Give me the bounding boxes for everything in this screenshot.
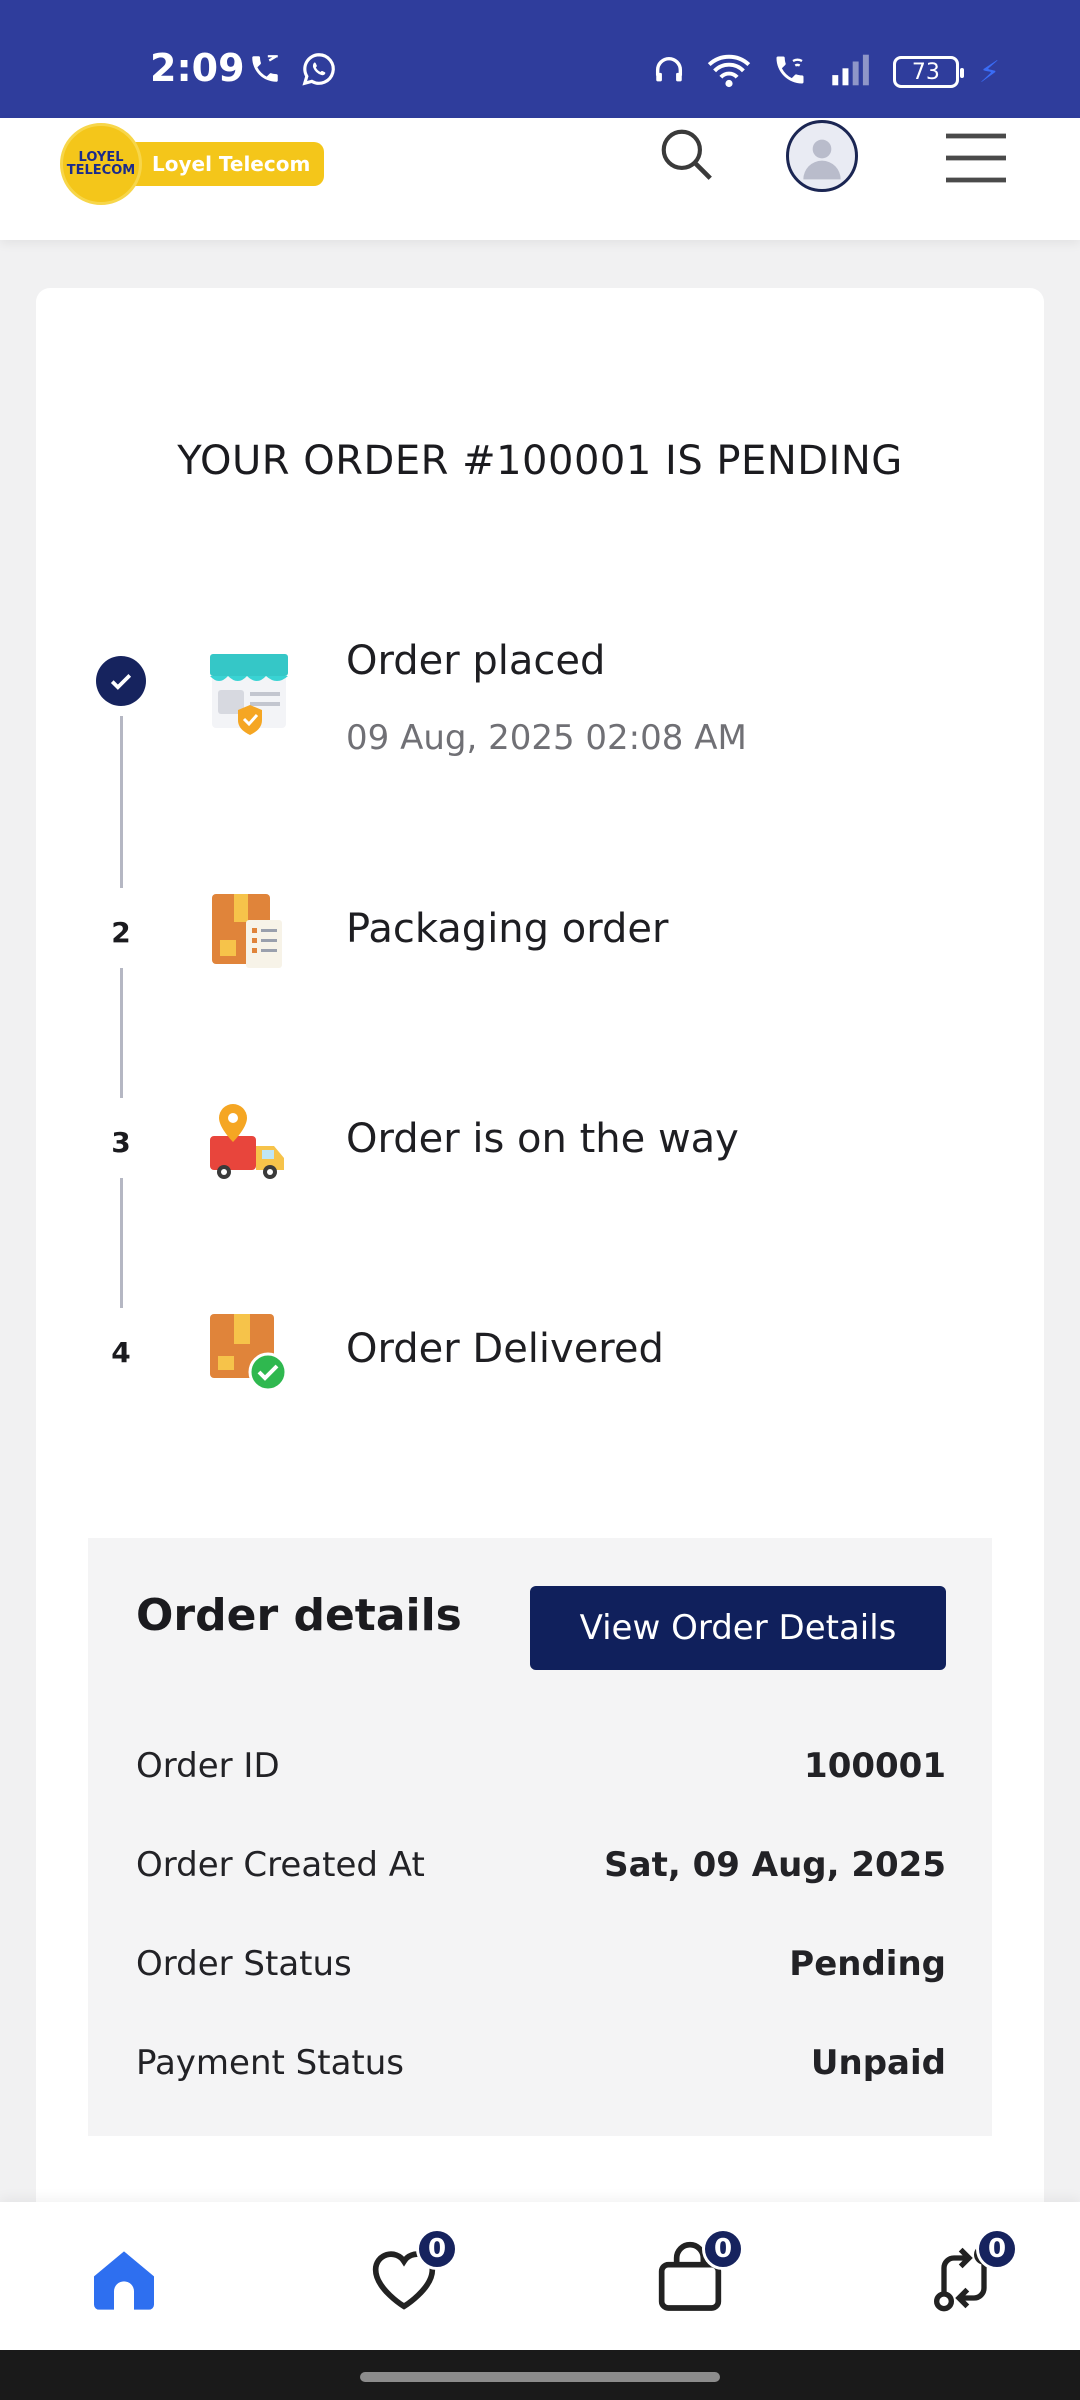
timeline-connector bbox=[120, 968, 123, 1098]
status-time: 2:09 bbox=[150, 46, 245, 90]
headphones-icon bbox=[651, 53, 687, 91]
battery-level: 73 bbox=[911, 59, 940, 85]
nav-compare[interactable]: 0 bbox=[924, 2228, 1018, 2318]
timeline-connector bbox=[120, 716, 123, 888]
order-details-panel: Order details View Order Details Order I… bbox=[88, 1538, 992, 2136]
hamburger-menu-icon[interactable] bbox=[942, 128, 1010, 192]
home-icon bbox=[84, 2251, 164, 2322]
status-bar: 2:09 73 ⚡ bbox=[0, 0, 1080, 118]
signal-icon bbox=[829, 53, 873, 91]
search-icon[interactable] bbox=[656, 124, 718, 190]
logo-wordmark: Loyel Telecom bbox=[124, 142, 325, 186]
step-number: 2 bbox=[106, 916, 136, 949]
cart-count-badge: 0 bbox=[702, 2228, 744, 2270]
view-order-details-button[interactable]: View Order Details bbox=[530, 1586, 946, 1670]
detail-key: Payment Status bbox=[136, 2043, 404, 2083]
detail-value: Pending bbox=[789, 1944, 946, 1984]
wishlist-count-badge: 0 bbox=[416, 2228, 458, 2270]
compare-icon bbox=[924, 2244, 1004, 2322]
order-details-heading: Order details bbox=[136, 1590, 462, 1641]
avatar-icon[interactable] bbox=[786, 120, 858, 192]
step-label: Order Delivered bbox=[346, 1326, 664, 1372]
order-status-title: YOUR ORDER #100001 IS PENDING bbox=[177, 438, 903, 484]
detail-key: Order Status bbox=[136, 1944, 352, 1984]
nav-wishlist[interactable]: 0 bbox=[364, 2228, 458, 2318]
brand-logo[interactable]: LOYEL TELECOM Loyel Telecom bbox=[60, 118, 325, 205]
delivery-truck-icon bbox=[206, 1100, 292, 1186]
cart-bag-icon bbox=[650, 2241, 730, 2322]
whatsapp-icon bbox=[300, 50, 338, 92]
step-date: 09 Aug, 2025 02:08 AM bbox=[346, 718, 747, 758]
store-shield-icon bbox=[206, 650, 292, 736]
step-label: Order is on the way bbox=[346, 1116, 739, 1162]
step-complete-check-icon bbox=[96, 656, 146, 706]
detail-key: Order ID bbox=[136, 1746, 280, 1786]
compare-count-badge: 0 bbox=[976, 2228, 1018, 2270]
home-gesture-handle[interactable] bbox=[360, 2372, 720, 2382]
battery-icon: 73 bbox=[892, 56, 964, 88]
logo-badge-text: LOYEL TELECOM bbox=[66, 150, 136, 178]
detail-row-order-id: Order ID 100001 bbox=[136, 1746, 946, 1786]
detail-row-payment-status: Payment Status Unpaid bbox=[136, 2043, 946, 2083]
detail-value: 100001 bbox=[804, 1746, 946, 1786]
phone-call-icon bbox=[248, 52, 282, 90]
wifi-calling-icon bbox=[771, 52, 809, 92]
detail-key: Order Created At bbox=[136, 1845, 425, 1885]
system-gesture-bar bbox=[0, 2350, 1080, 2400]
package-checklist-icon bbox=[206, 890, 292, 976]
timeline-connector bbox=[120, 1178, 123, 1308]
step-label: Order placed bbox=[346, 638, 606, 684]
bottom-navigation: 0 0 0 bbox=[0, 2202, 1080, 2350]
wifi-icon bbox=[707, 52, 751, 92]
logo-emblem: LOYEL TELECOM bbox=[60, 123, 142, 205]
detail-value: Unpaid bbox=[810, 2043, 946, 2083]
nav-cart[interactable]: 0 bbox=[650, 2228, 744, 2318]
charging-icon: ⚡ bbox=[978, 54, 1000, 90]
detail-value: Sat, 09 Aug, 2025 bbox=[604, 1845, 946, 1885]
app-header: LOYEL TELECOM Loyel Telecom bbox=[0, 118, 1080, 240]
step-label: Packaging order bbox=[346, 906, 669, 952]
order-status-card: YOUR ORDER #100001 IS PENDING Order plac… bbox=[36, 288, 1044, 2308]
detail-row-order-status: Order Status Pending bbox=[136, 1944, 946, 1984]
detail-row-created-at: Order Created At Sat, 09 Aug, 2025 bbox=[136, 1845, 946, 1885]
step-number: 3 bbox=[106, 1126, 136, 1159]
wishlist-heart-icon bbox=[364, 2251, 444, 2322]
step-number: 4 bbox=[106, 1336, 136, 1369]
nav-home[interactable] bbox=[84, 2238, 164, 2318]
package-delivered-icon bbox=[206, 1308, 292, 1394]
